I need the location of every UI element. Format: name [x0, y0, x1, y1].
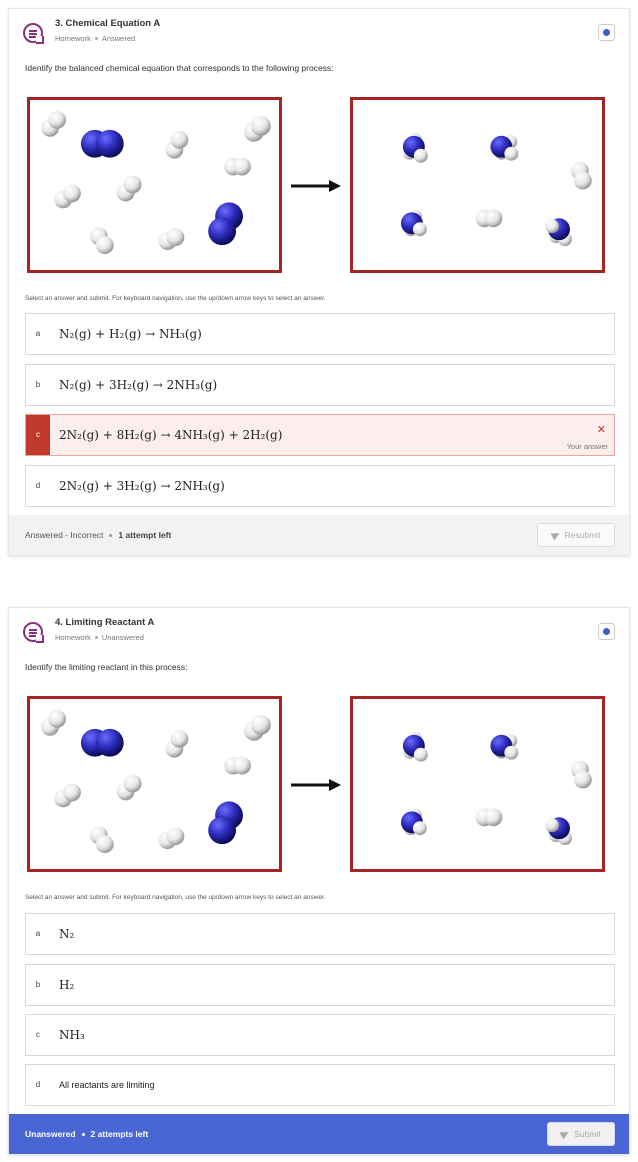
answer-option-c[interactable]: c NH₃	[25, 1014, 615, 1056]
question-footer: Unanswered 2 attempts left Submit	[9, 1114, 629, 1154]
question-list-icon	[23, 622, 44, 643]
option-letter: a	[35, 329, 41, 338]
reactants-molecules	[41, 110, 271, 255]
question-header: 3. Chemical Equation A Homework Answered	[9, 9, 629, 49]
answer-option-d[interactable]: d All reactants are limiting	[25, 1064, 615, 1106]
submit-label: Submit	[574, 1129, 601, 1139]
question-title: 3. Chemical Equation A	[55, 18, 161, 29]
answer-option-c[interactable]: c 2N₂(g) + 8H₂(g) → 4NH₃(g) + 2H₂(g) ✕ Y…	[25, 414, 615, 456]
info-icon	[603, 628, 610, 635]
answer-status: Unanswered 2 attempts left	[25, 1114, 148, 1154]
option-letter: b	[35, 980, 41, 989]
answer-option-b[interactable]: b H₂	[25, 964, 615, 1006]
answer-option-a[interactable]: a N₂	[25, 913, 615, 955]
your-answer-label: Your answer	[566, 442, 608, 451]
option-letter: d	[35, 1080, 41, 1089]
reactants-image	[27, 97, 282, 273]
option-letter: c	[26, 415, 50, 455]
status-text: Unanswered	[25, 1129, 76, 1139]
option-text: H₂	[59, 978, 75, 992]
answer-option-a[interactable]: a N₂(g) + H₂(g) → NH₃(g)	[25, 313, 615, 355]
answer-option-d[interactable]: d 2N₂(g) + 3H₂(g) → 2NH₃(g)	[25, 465, 615, 507]
info-button[interactable]	[598, 623, 615, 640]
answer-status: Answered - Incorrect 1 attempt left	[25, 515, 171, 555]
status-text: Answered - Incorrect	[25, 530, 104, 540]
question-card-4: 4. Limiting Reactant A Homework Unanswere…	[8, 607, 630, 1155]
products-molecules	[400, 132, 592, 247]
close-icon: ✕	[596, 424, 606, 436]
question-meta: Homework Answered	[55, 34, 135, 43]
option-letter: c	[36, 1030, 40, 1039]
products-image	[350, 97, 605, 273]
question-prompt: Identify the balanced chemical equation …	[25, 63, 334, 73]
option-text: N₂(g) + 3H₂(g) → 2NH₃(g)	[59, 378, 218, 392]
question-list-icon	[23, 23, 44, 44]
attempts-left: 2 attempts left	[90, 1129, 149, 1139]
question-state: Unanswered	[101, 633, 144, 642]
option-text: N₂	[59, 927, 75, 941]
arrow-right-icon	[291, 779, 341, 791]
reactants-image	[27, 696, 282, 872]
question-header: 4. Limiting Reactant A Homework Unanswere…	[9, 608, 629, 648]
option-text: All reactants are limiting	[59, 1080, 155, 1090]
question-prompt: Identify the limiting reactant in this p…	[25, 662, 188, 672]
reactants-molecules	[41, 709, 271, 854]
answer-instructions: Select an answer and submit. For keyboar…	[25, 894, 326, 901]
info-button[interactable]	[598, 24, 615, 41]
option-letter: b	[35, 380, 41, 389]
question-card-3: 3. Chemical Equation A Homework Answered …	[8, 8, 630, 556]
question-state: Answered	[101, 34, 136, 43]
option-text: 2N₂(g) + 8H₂(g) → 4NH₃(g) + 2H₂(g)	[59, 428, 283, 442]
resubmit-label: Resubmit	[564, 530, 601, 540]
resubmit-button[interactable]: Resubmit	[537, 523, 615, 547]
arrow-right-icon	[291, 180, 341, 192]
option-text: 2N₂(g) + 3H₂(g) → 2NH₃(g)	[59, 479, 225, 493]
info-icon	[603, 29, 610, 36]
question-category: Homework	[55, 34, 91, 43]
send-icon	[559, 1128, 571, 1140]
answer-option-b[interactable]: b N₂(g) + 3H₂(g) → 2NH₃(g)	[25, 364, 615, 406]
products-image	[350, 696, 605, 872]
option-letter: d	[35, 481, 41, 490]
attempts-left: 1 attempt left	[118, 530, 172, 540]
question-category: Homework	[55, 633, 91, 642]
products-molecules	[400, 731, 592, 846]
submit-button[interactable]: Submit	[547, 1122, 615, 1146]
option-text: NH₃	[59, 1028, 85, 1042]
send-icon	[550, 529, 562, 541]
question-title: 4. Limiting Reactant A	[55, 617, 155, 628]
option-letter: a	[35, 929, 41, 938]
question-footer: Answered - Incorrect 1 attempt left Resub…	[9, 515, 629, 555]
answer-instructions: Select an answer and submit. For keyboar…	[25, 295, 326, 302]
question-meta: Homework Unanswered	[55, 633, 144, 642]
option-text: N₂(g) + H₂(g) → NH₃(g)	[59, 327, 202, 341]
